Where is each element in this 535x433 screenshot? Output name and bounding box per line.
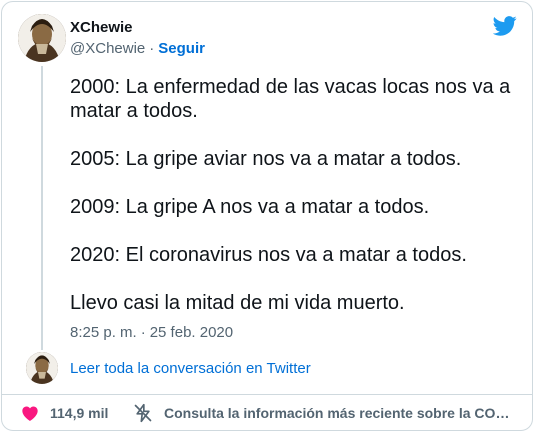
read-conversation-link[interactable]: Leer toda la conversación en Twitter	[70, 360, 311, 377]
like-count: 114,9 mil	[50, 405, 109, 421]
tweet-paragraph: 2000: La enfermedad de las vacas locas n…	[70, 76, 511, 122]
author-avatar[interactable]	[18, 14, 66, 62]
tweet-time: 8:25 p. m.	[70, 324, 137, 341]
footer-divider	[2, 394, 532, 395]
heart-icon	[22, 406, 38, 421]
tweet-date: 25 feb. 2020	[149, 324, 234, 341]
twitter-bird-icon[interactable]	[493, 16, 517, 36]
thread-line	[41, 66, 43, 350]
avatar-image	[18, 14, 66, 62]
author-name[interactable]: XChewie	[70, 19, 133, 36]
tweet-paragraph: 2009: La gripe A nos va a matar a todos.	[70, 196, 430, 218]
tweet-paragraph: 2020: El coronavirus nos va a matar a to…	[70, 244, 467, 266]
author-handle[interactable]: @XChewie	[70, 40, 145, 57]
timestamp-separator: ·	[140, 324, 146, 341]
tweet-timestamp[interactable]: 8:25 p. m. · 25 feb. 2020	[70, 324, 233, 341]
follow-link[interactable]: Seguir	[158, 40, 205, 57]
covid-info-text: Consulta la información más reciente sob…	[164, 405, 518, 421]
tweet-paragraph: 2005: La gripe aviar nos va a matar a to…	[70, 148, 462, 170]
avatar-image	[26, 352, 58, 384]
handle-separator: ·	[149, 40, 155, 57]
author-handle-row: @XChewie · Seguir	[70, 40, 205, 57]
tweet-text: 2000: La enfermedad de las vacas locas n…	[70, 75, 522, 315]
like-button[interactable]: 114,9 mil	[20, 403, 108, 423]
tweet-paragraph: Llevo casi la mitad de mi vida muerto.	[70, 292, 405, 314]
covid-info-link[interactable]: Consulta la información más reciente sob…	[133, 403, 518, 423]
conversation-avatar[interactable]	[26, 352, 58, 384]
tweet-card: XChewie @XChewie · Seguir 2000: La enferme…	[1, 1, 533, 431]
lightning-bolt-icon	[134, 403, 152, 423]
